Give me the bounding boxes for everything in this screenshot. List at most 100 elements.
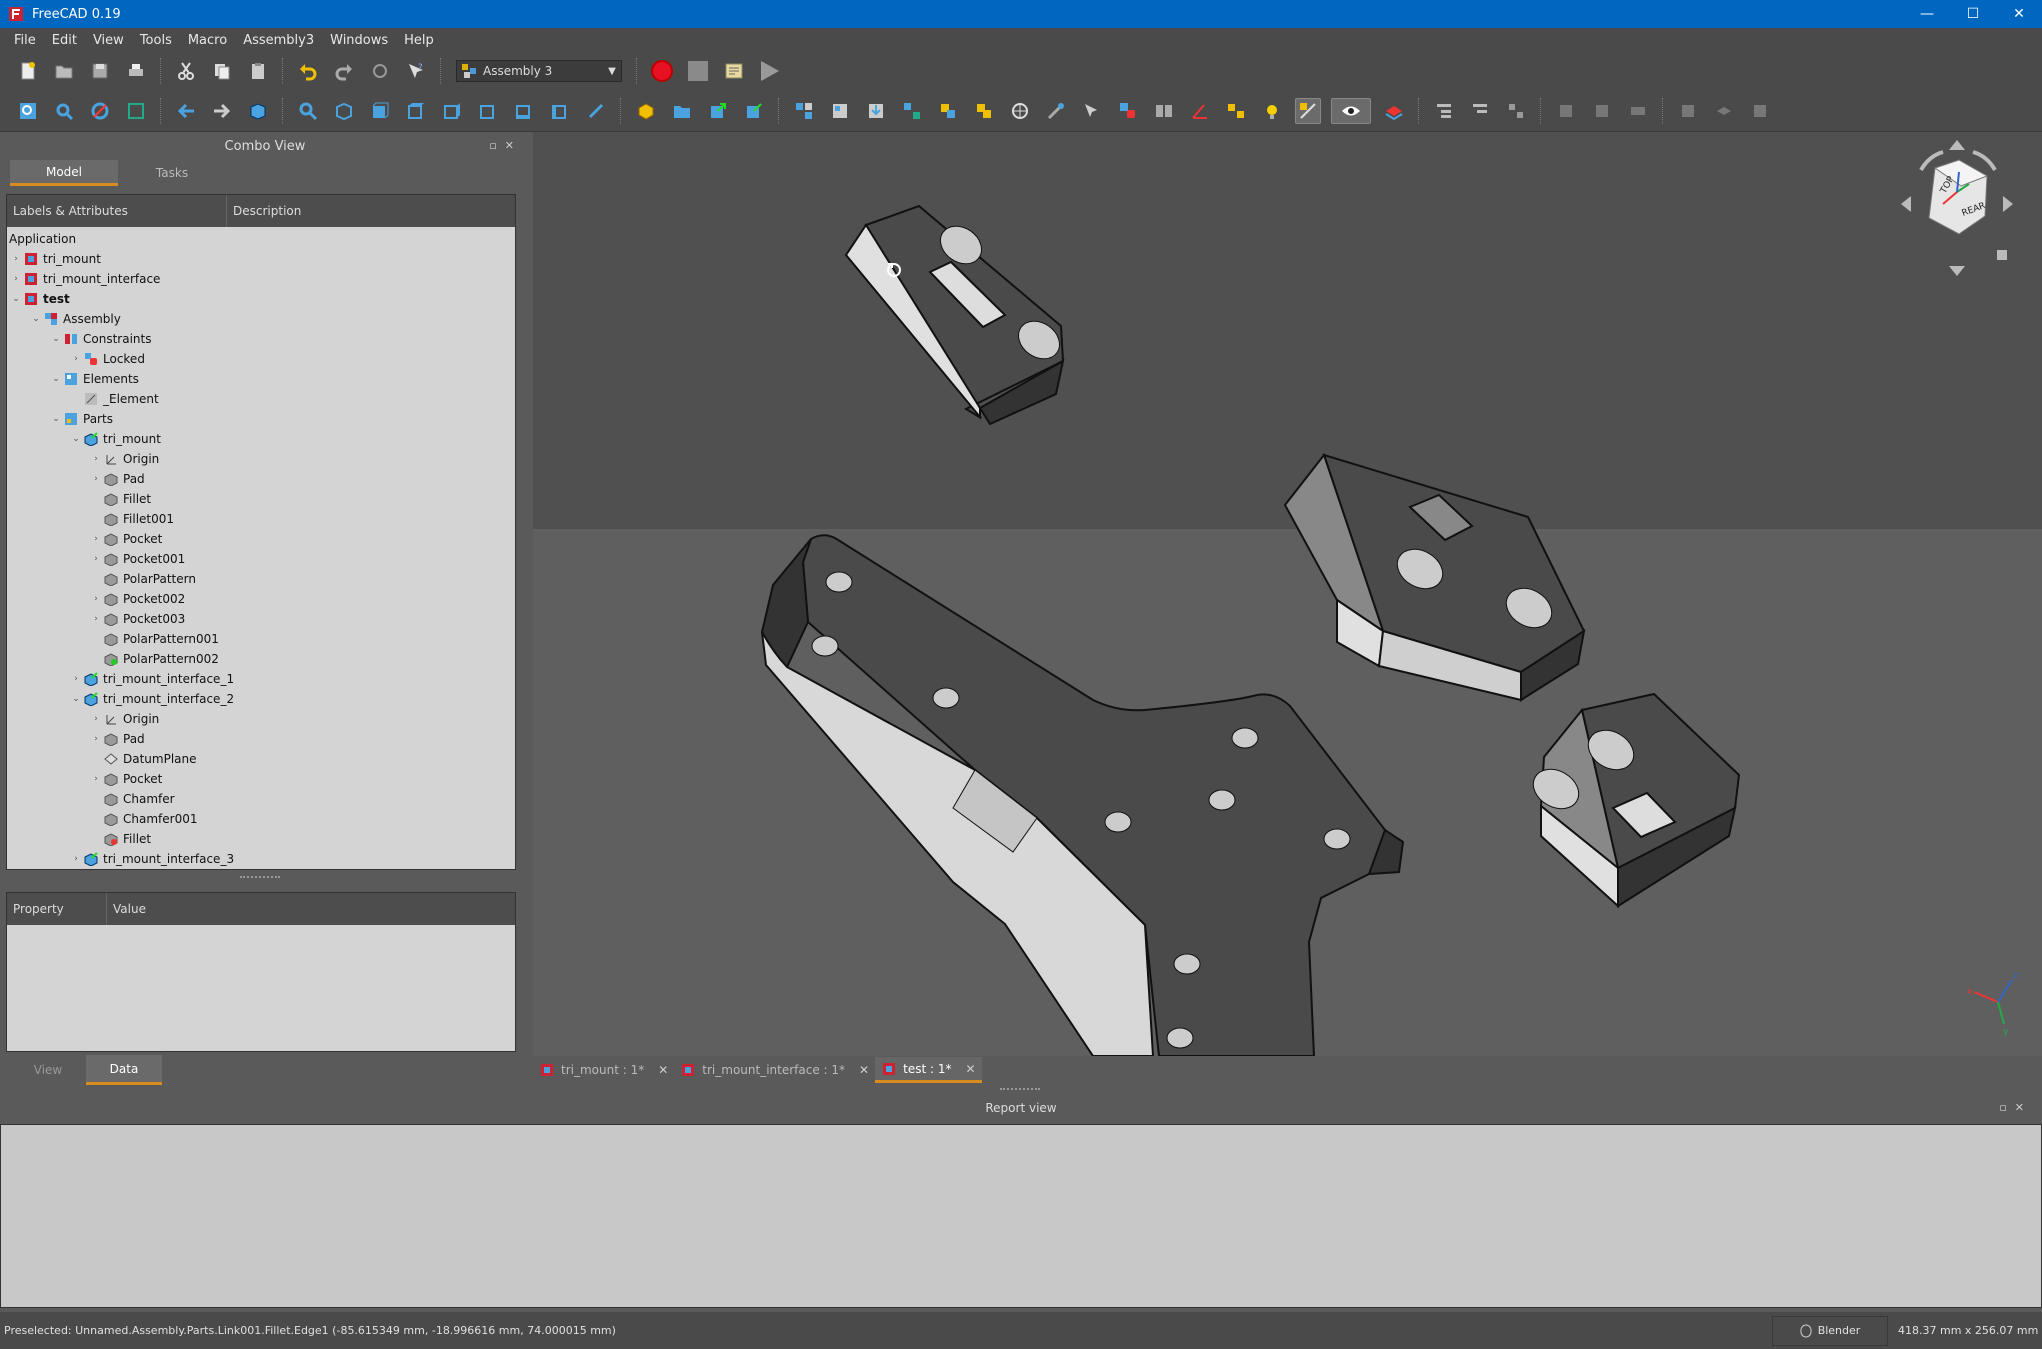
tree-item[interactable]: › tri_mount_interface_3 (69, 849, 234, 869)
print-button[interactable] (123, 58, 149, 84)
coincident-button[interactable] (1223, 98, 1249, 124)
column-labels[interactable]: Labels & Attributes (7, 195, 227, 227)
move-part-button[interactable] (935, 98, 961, 124)
tree-item[interactable]: _Element (69, 389, 159, 409)
tree-item[interactable]: › tri_mount (9, 249, 101, 269)
menu-assembly3[interactable]: Assembly3 (235, 33, 322, 48)
tab-view[interactable]: View (10, 1055, 86, 1085)
constraint-toggle-button[interactable] (1151, 98, 1177, 124)
tree-item[interactable]: PolarPattern001 (89, 629, 219, 649)
nav-menu-icon[interactable] (1997, 250, 2007, 260)
new-assembly-button[interactable] (791, 98, 817, 124)
tree-item[interactable]: › tri_mount_interface (9, 269, 160, 289)
chevron-right-icon[interactable]: › (69, 674, 83, 684)
minimize-button[interactable]: — (1904, 0, 1950, 28)
back-button[interactable] (173, 98, 199, 124)
chevron-down-icon[interactable]: ⌄ (49, 374, 63, 384)
tree-item[interactable]: ⌄ tri_mount (69, 429, 161, 449)
tree-item[interactable]: ⌄ tri_mount_interface_2 (69, 689, 234, 709)
tree-item[interactable]: › Origin (89, 709, 159, 729)
menu-view[interactable]: View (85, 33, 132, 48)
disabled-tool-4[interactable] (1675, 98, 1701, 124)
tree-item[interactable]: › Pad (89, 469, 145, 489)
chevron-right-icon[interactable]: › (89, 774, 103, 784)
part-button[interactable] (633, 98, 659, 124)
view-isometric-button[interactable] (331, 98, 357, 124)
document-tab-tri-mount[interactable]: tri_mount : 1* ✕ (533, 1057, 674, 1083)
disabled-tool-2[interactable] (1589, 98, 1615, 124)
disabled-tool-5[interactable] (1711, 98, 1737, 124)
tab-model[interactable]: Model (10, 160, 118, 186)
whats-this-button[interactable]: ? (403, 58, 429, 84)
chevron-down-icon[interactable]: ⌄ (49, 334, 63, 344)
macro-execute-button[interactable] (757, 58, 783, 84)
tree-item[interactable]: ⌄ Constraints (49, 329, 151, 349)
pick-button[interactable] (1043, 98, 1069, 124)
cut-button[interactable] (173, 58, 199, 84)
chevron-right-icon[interactable]: › (89, 714, 103, 724)
report-view[interactable] (0, 1124, 2042, 1308)
chevron-right-icon[interactable]: › (69, 354, 83, 364)
visibility-button[interactable] (1331, 97, 1371, 124)
close-button[interactable]: ✕ (1996, 0, 2042, 28)
chevron-right-icon[interactable]: › (89, 614, 103, 624)
new-document-button[interactable] (15, 58, 41, 84)
import-button[interactable] (863, 98, 889, 124)
tree-item[interactable]: Fillet (89, 829, 151, 849)
redo-button[interactable] (331, 58, 357, 84)
view-rear-button[interactable] (475, 98, 501, 124)
close-icon[interactable]: ✕ (658, 1063, 668, 1077)
chevron-right-icon[interactable]: › (89, 554, 103, 564)
close-icon[interactable]: ✕ (965, 1062, 975, 1076)
view-top-button[interactable] (403, 98, 429, 124)
highlight-button[interactable] (1259, 98, 1285, 124)
document-tab-test[interactable]: test : 1* ✕ (875, 1057, 982, 1083)
chevron-right-icon[interactable]: › (9, 254, 23, 264)
tree-item[interactable]: ⌄ Parts (49, 409, 113, 429)
copy-button[interactable] (209, 58, 235, 84)
view-bottom-button[interactable] (511, 98, 537, 124)
save-button[interactable] (87, 58, 113, 84)
refresh-button[interactable] (367, 58, 393, 84)
macro-stop-button[interactable] (685, 58, 711, 84)
chevron-right-icon[interactable]: › (89, 534, 103, 544)
document-tab-tri-mount-interface[interactable]: tri_mount_interface : 1* ✕ (674, 1057, 875, 1083)
disabled-tool-3[interactable] (1625, 98, 1651, 124)
tree-item[interactable]: DatumPlane (89, 749, 197, 769)
tree-item[interactable]: › Pocket002 (89, 589, 185, 609)
auto-recompute-button[interactable] (1295, 97, 1321, 124)
chevron-down-icon[interactable]: ⌄ (69, 694, 83, 704)
disabled-tool-1[interactable] (1553, 98, 1579, 124)
tree-collapse-button[interactable] (1503, 98, 1529, 124)
chevron-down-icon[interactable]: ⌄ (9, 294, 23, 304)
quick-solve-button[interactable] (1007, 98, 1033, 124)
close-icon[interactable]: ✕ (859, 1063, 869, 1077)
menu-edit[interactable]: Edit (44, 33, 85, 48)
tree-item[interactable]: › Pad (89, 729, 145, 749)
tree-item[interactable]: › tri_mount_interface_1 (69, 669, 234, 689)
tree-item[interactable]: › Pocket001 (89, 549, 185, 569)
link-actions-button[interactable] (741, 98, 767, 124)
dock-controls[interactable]: ▫✕ (1999, 1101, 2032, 1114)
3d-viewport[interactable]: TOP REAR x z y (533, 132, 2042, 1056)
tree-item[interactable]: › Pocket (89, 769, 162, 789)
tree-item[interactable]: Fillet (89, 489, 151, 509)
navigation-style-button[interactable]: Blender (1772, 1315, 1888, 1346)
tree-item[interactable]: Chamfer001 (89, 809, 197, 829)
workbench-selector[interactable]: Assembly 3 ▼ (456, 60, 622, 82)
3d-scene[interactable]: TOP REAR x z y (533, 132, 2042, 1056)
view-front-button[interactable] (367, 98, 393, 124)
measure-button[interactable] (583, 98, 609, 124)
lock-button[interactable] (1115, 98, 1141, 124)
tab-data[interactable]: Data (86, 1055, 162, 1085)
model-tree[interactable]: Labels & Attributes Description Applicat… (6, 194, 516, 870)
tree-item[interactable]: › Locked (69, 349, 145, 369)
macro-record-button[interactable] (649, 58, 675, 84)
menu-windows[interactable]: Windows (322, 33, 396, 48)
disabled-tool-6[interactable] (1747, 98, 1773, 124)
column-property[interactable]: Property (7, 893, 107, 925)
menu-file[interactable]: File (6, 33, 44, 48)
chevron-right-icon[interactable]: › (89, 594, 103, 604)
undo-button[interactable] (295, 58, 321, 84)
zoom-button[interactable] (295, 98, 321, 124)
